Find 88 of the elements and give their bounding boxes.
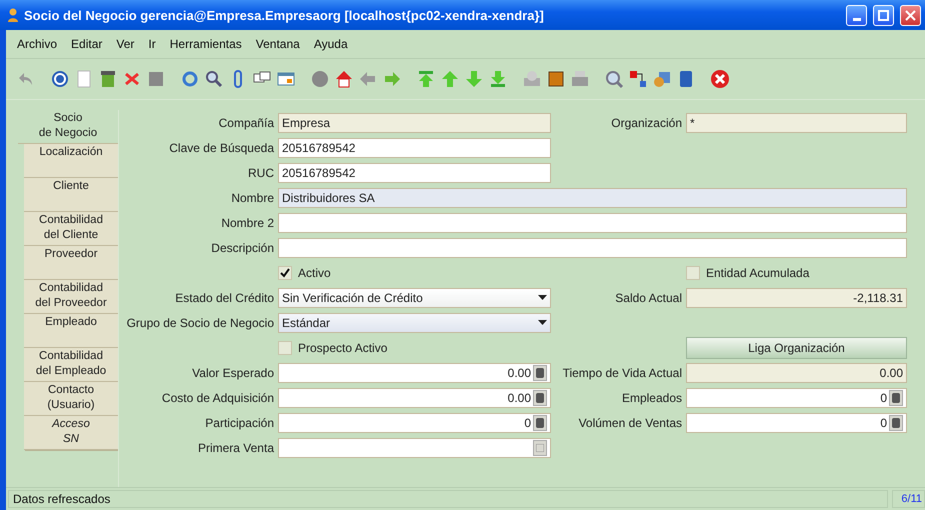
field-label: Compañía — [218, 116, 274, 130]
text-field[interactable] — [278, 238, 907, 258]
caret-icon — [538, 295, 547, 300]
date-field[interactable] — [278, 438, 551, 458]
menu-item[interactable]: Editar — [66, 35, 108, 53]
menu-item[interactable]: Archivo — [12, 35, 62, 53]
calculator-button[interactable] — [533, 364, 547, 380]
field-label: Nombre 2 — [220, 216, 274, 230]
calendar-icon — [536, 444, 544, 452]
record-counter: 6/11 — [892, 490, 925, 508]
menu-item[interactable]: Herramientas — [164, 35, 247, 53]
field-label: Saldo Actual — [614, 290, 682, 304]
tab[interactable]: Contabilidad del Proveedor — [24, 280, 118, 314]
calendar-button[interactable] — [533, 440, 547, 456]
tab[interactable]: Contabilidad del Empleado — [24, 348, 118, 382]
text-field[interactable] — [278, 212, 907, 232]
checkbox-label[interactable]: Entidad Acumulada — [706, 266, 810, 280]
minimize-icon — [852, 18, 860, 20]
calculator-button[interactable] — [533, 390, 547, 406]
field-label: Volúmen de Ventas — [578, 416, 682, 430]
checkbox-label[interactable]: Activo — [298, 266, 331, 280]
minimize-button[interactable] — [846, 4, 867, 26]
field-label: Empleados — [620, 390, 682, 404]
read-only-field: -2,118.31 — [686, 288, 907, 308]
text-field[interactable]: 20516789542 — [278, 138, 551, 158]
menu-item[interactable]: Ir — [143, 35, 161, 53]
close-icon — [905, 10, 916, 20]
dropdown[interactable]: Estándar — [278, 312, 551, 332]
calculator-button[interactable] — [889, 390, 903, 406]
read-only-field: 0.00 — [686, 362, 907, 382]
maximize-button[interactable] — [873, 4, 894, 26]
menu-item[interactable]: Ventana — [250, 35, 305, 53]
search-icon[interactable] — [204, 69, 224, 89]
tab[interactable]: Empleado — [24, 314, 118, 348]
last-record-icon[interactable] — [488, 69, 508, 89]
menu-item[interactable]: Ayuda — [308, 35, 353, 53]
field-label: Primera Venta — [196, 440, 274, 454]
window-title: Socio del Negocio gerencia@Empresa.Empresaorg [localhost{pc02-xendra-xendra}] — [24, 8, 545, 22]
field-label: Clave de Búsqueda — [168, 140, 274, 154]
checkbox[interactable] — [278, 340, 292, 354]
close-icon[interactable] — [710, 69, 730, 89]
calculator-button[interactable] — [533, 414, 547, 430]
maximize-icon — [878, 10, 889, 20]
link-organization-button[interactable]: Liga Organización — [686, 336, 907, 358]
menu-item[interactable]: Ver — [111, 35, 140, 53]
calculator-icon — [892, 418, 900, 428]
workflow-icon[interactable] — [628, 69, 648, 89]
field-label: Estado del Crédito — [174, 290, 274, 304]
field-label: Costo de Adquisición — [160, 390, 274, 404]
tab[interactable]: Proveedor — [24, 246, 118, 280]
tab[interactable]: Contacto (Usuario) — [24, 382, 118, 416]
calculator-icon — [536, 418, 544, 428]
read-only-field: Empresa — [278, 112, 551, 132]
field-label: Participación — [204, 416, 274, 430]
first-record-icon[interactable] — [416, 69, 436, 89]
field-label: Valor Esperado — [191, 366, 274, 380]
field-label: RUC — [247, 166, 274, 180]
tab[interactable]: Contabilidad del Cliente — [24, 212, 118, 246]
text-field[interactable]: 20516789542 — [278, 162, 551, 182]
number-field[interactable]: 0 — [686, 412, 907, 432]
calculator-icon — [892, 392, 900, 402]
field-label: Descripción — [210, 240, 274, 254]
checkbox[interactable] — [278, 266, 292, 280]
field-label: Organización — [610, 116, 682, 130]
trash-icon[interactable] — [98, 69, 118, 89]
tab[interactable]: Cliente — [24, 178, 118, 212]
number-field[interactable]: 0.00 — [278, 388, 551, 408]
status-message: Datos refrescados — [8, 490, 888, 508]
calculator-icon — [536, 368, 544, 378]
checkbox-label[interactable]: Prospecto Activo — [298, 340, 388, 354]
calculator-icon — [536, 392, 544, 402]
field-label: Nombre — [230, 190, 274, 204]
text-field[interactable]: Distribuidores SA — [278, 188, 907, 208]
field-label: Tiempo de Vida Actual — [562, 366, 682, 380]
right-arrow-icon[interactable] — [382, 69, 402, 89]
caret-icon — [538, 320, 547, 325]
dropdown[interactable]: Sin Verificación de Crédito — [278, 288, 551, 308]
close-button[interactable] — [900, 4, 921, 26]
read-only-field: * — [686, 112, 907, 132]
number-field[interactable]: 0 — [278, 412, 551, 432]
field-label: Grupo de Socio de Negocio — [126, 316, 274, 330]
person-icon — [8, 8, 18, 22]
home-icon[interactable] — [334, 69, 354, 89]
number-field[interactable]: 0 — [686, 388, 907, 408]
checkbox[interactable] — [686, 266, 700, 280]
number-field[interactable]: 0.00 — [278, 362, 551, 382]
tab[interactable]: Localización — [24, 144, 118, 178]
calculator-button[interactable] — [889, 414, 903, 430]
